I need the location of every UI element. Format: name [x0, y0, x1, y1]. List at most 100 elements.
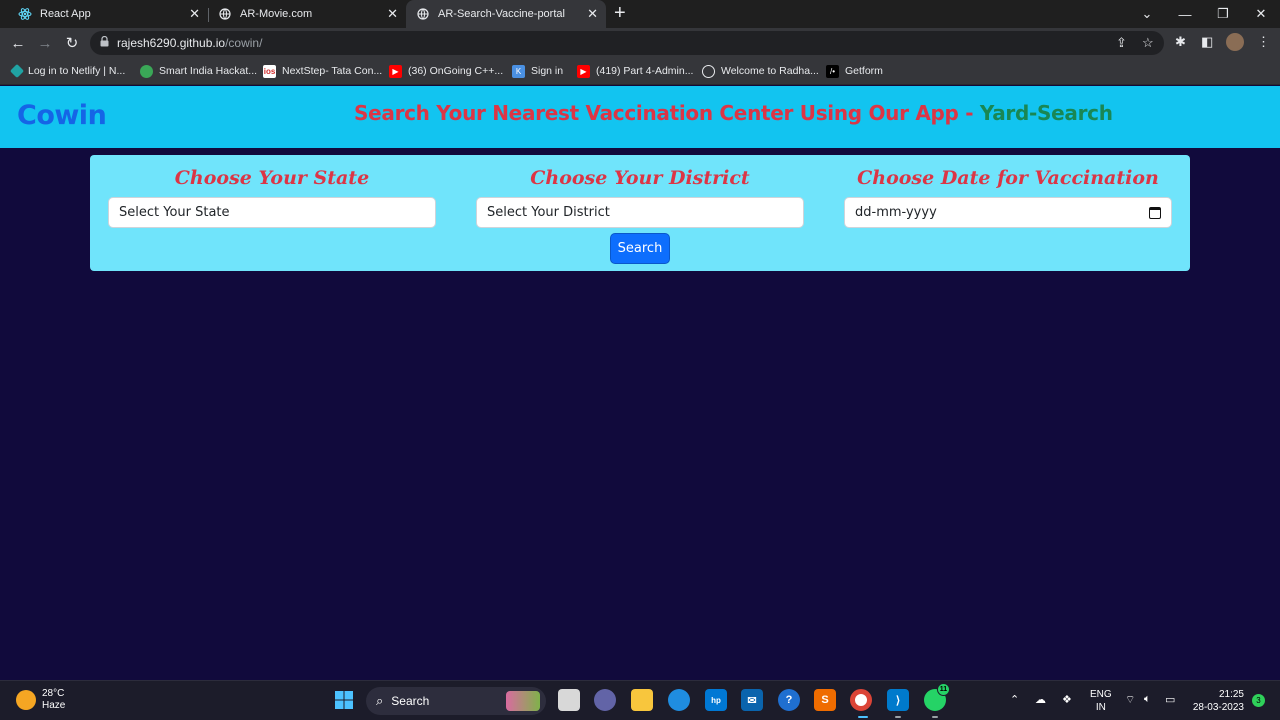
temperature: 28°C: [42, 688, 65, 699]
search-icon: ⌕: [376, 693, 384, 708]
tab-ar-movie[interactable]: AR-Movie.com ✕: [208, 0, 406, 28]
side-panel-icon[interactable]: ◧: [1201, 34, 1213, 50]
bookmark-label: Sign in: [531, 65, 564, 77]
youtube-icon: ▶: [577, 64, 590, 78]
tab-title: AR-Search-Vaccine-portal: [438, 8, 565, 20]
tab-search-icon[interactable]: ⌄: [1128, 0, 1166, 28]
sublime-text-icon[interactable]: S: [814, 689, 836, 711]
myhp-icon[interactable]: hp: [705, 689, 727, 711]
mail-icon[interactable]: ✉: [741, 689, 763, 711]
bookmark-smart-india[interactable]: Smart India Hackat...: [140, 63, 257, 79]
date-field-group: Choose Date for Vaccination dd-mm-yyyy: [844, 165, 1172, 228]
lock-icon: [100, 35, 109, 50]
new-tab-button[interactable]: +: [614, 3, 626, 23]
chat-icon[interactable]: [594, 689, 616, 711]
search-form: Choose Your State Select Your State Choo…: [90, 155, 1190, 271]
back-icon[interactable]: ←: [7, 33, 29, 53]
date-label: Choose Date for Vaccination: [857, 167, 1159, 189]
brand-logo[interactable]: Cowin: [17, 100, 107, 131]
bookmark-part4-admin[interactable]: ▶ (419) Part 4-Admin...: [577, 63, 693, 79]
globe-icon: [702, 64, 715, 78]
headline-accent: Yard-Search: [979, 101, 1113, 125]
headline-text: Search Your Nearest Vaccination Center U…: [354, 101, 980, 125]
bookmark-label: Smart India Hackat...: [159, 65, 258, 77]
react-icon: [18, 7, 32, 21]
clock-date: 28-03-2023: [1192, 702, 1244, 713]
chevron-up-icon[interactable]: ⌃: [1010, 693, 1019, 706]
bookmark-nextstep[interactable]: ios NextStep- Tata Con...: [263, 63, 382, 79]
bookmarks-bar: Log in to Netlify | N... Smart India Hac…: [0, 58, 1280, 85]
close-icon[interactable]: ✕: [587, 6, 598, 22]
date-input-value: dd-mm-yyyy: [855, 205, 937, 220]
bookmark-label: Welcome to Radha...: [721, 65, 819, 77]
bookmark-star-icon[interactable]: ☆: [1142, 35, 1154, 51]
battery-icon[interactable]: ▭: [1165, 693, 1175, 706]
bookmark-sign-in[interactable]: K Sign in: [512, 63, 563, 79]
globe-icon: [218, 7, 232, 21]
notification-badge[interactable]: 3: [1252, 694, 1265, 707]
tab-strip: React App ✕ AR-Movie.com ✕ AR-Search-Vac…: [0, 0, 1280, 28]
tab-react-app[interactable]: React App ✕: [8, 0, 208, 28]
language-indicator[interactable]: ENG IN: [1090, 688, 1112, 714]
getform-icon: /•: [826, 64, 839, 78]
language-code: ENG: [1090, 689, 1112, 700]
bookmark-ongoing-cpp[interactable]: ▶ (36) OnGoing C++...: [389, 63, 503, 79]
address-bar[interactable]: rajesh6290.github.io/cowin/ ⇪ ☆: [90, 31, 1164, 55]
clock-time: 21:25: [1218, 689, 1244, 700]
calendar-icon[interactable]: [1149, 206, 1161, 219]
state-field-group: Choose Your State Select Your State: [108, 165, 436, 228]
bookmark-label: (36) OnGoing C++...: [408, 65, 504, 77]
windows-start-icon[interactable]: [333, 689, 355, 711]
close-icon[interactable]: ✕: [387, 6, 398, 22]
task-view-icon[interactable]: [558, 689, 580, 711]
weather-condition: Haze: [42, 700, 66, 711]
date-input[interactable]: dd-mm-yyyy: [844, 197, 1172, 228]
taskbar: 28°C Haze ⌕ Search hp ✉ ? S ⟩ 11 ⌃ ☁ ❖ E…: [0, 680, 1280, 720]
whatsapp-badge: 11: [937, 683, 950, 696]
bookmark-netlify[interactable]: Log in to Netlify | N...: [9, 63, 125, 79]
netlify-icon: [9, 63, 25, 79]
state-label: Choose Your State: [174, 167, 370, 189]
district-label: Choose Your District: [530, 167, 750, 189]
state-select[interactable]: Select Your State: [108, 197, 436, 228]
system-clock[interactable]: 21:25 28-03-2023: [1193, 688, 1244, 714]
file-explorer-icon[interactable]: [631, 689, 653, 711]
sih-icon: [140, 64, 153, 78]
forward-icon[interactable]: →: [34, 33, 56, 53]
close-icon[interactable]: ✕: [189, 6, 200, 22]
tab-ar-search-vaccine-portal[interactable]: AR-Search-Vaccine-portal ✕: [406, 0, 606, 28]
minimize-icon[interactable]: —: [1166, 0, 1204, 28]
menu-icon[interactable]: ⋮: [1257, 34, 1270, 50]
bookmark-getform[interactable]: /• Getform: [826, 63, 883, 79]
district-field-group: Choose Your District Select Your Distric…: [476, 165, 804, 228]
restore-icon[interactable]: ❐: [1204, 0, 1242, 28]
share-icon[interactable]: ⇪: [1116, 35, 1127, 51]
district-select[interactable]: Select Your District: [476, 197, 804, 228]
window-close-icon[interactable]: ✕: [1242, 0, 1280, 28]
dropbox-icon[interactable]: ❖: [1062, 693, 1072, 706]
taskbar-search[interactable]: ⌕ Search: [366, 687, 546, 715]
state-select-value: Select Your State: [119, 205, 230, 220]
vscode-icon[interactable]: ⟩: [887, 689, 909, 711]
reload-icon[interactable]: ↻: [61, 33, 83, 53]
whatsapp-icon[interactable]: 11: [924, 683, 950, 711]
weather-widget[interactable]: 28°C Haze: [16, 688, 65, 712]
bookmark-radha[interactable]: Welcome to Radha...: [702, 63, 819, 79]
wifi-icon[interactable]: ⌔: [1125, 693, 1135, 707]
edge-icon[interactable]: [668, 689, 690, 711]
language-region: IN: [1095, 702, 1106, 713]
volume-icon[interactable]: 🔈︎: [1144, 693, 1151, 706]
extensions-icon[interactable]: ✱: [1175, 34, 1186, 50]
onedrive-icon[interactable]: ☁: [1035, 693, 1046, 706]
sun-icon: [16, 690, 36, 710]
profile-avatar[interactable]: [1226, 33, 1244, 51]
help-icon[interactable]: ?: [778, 689, 800, 711]
url-path: /cowin/: [225, 36, 263, 50]
url-host: rajesh6290.github.io: [117, 36, 226, 50]
tcs-icon: ios: [263, 64, 276, 78]
chrome-icon[interactable]: [850, 689, 872, 711]
app-header: Cowin Search Your Nearest Vaccination Ce…: [0, 86, 1280, 148]
search-button[interactable]: Search: [610, 233, 670, 264]
globe-icon: [416, 7, 430, 21]
bookmark-label: (419) Part 4-Admin...: [596, 65, 694, 77]
